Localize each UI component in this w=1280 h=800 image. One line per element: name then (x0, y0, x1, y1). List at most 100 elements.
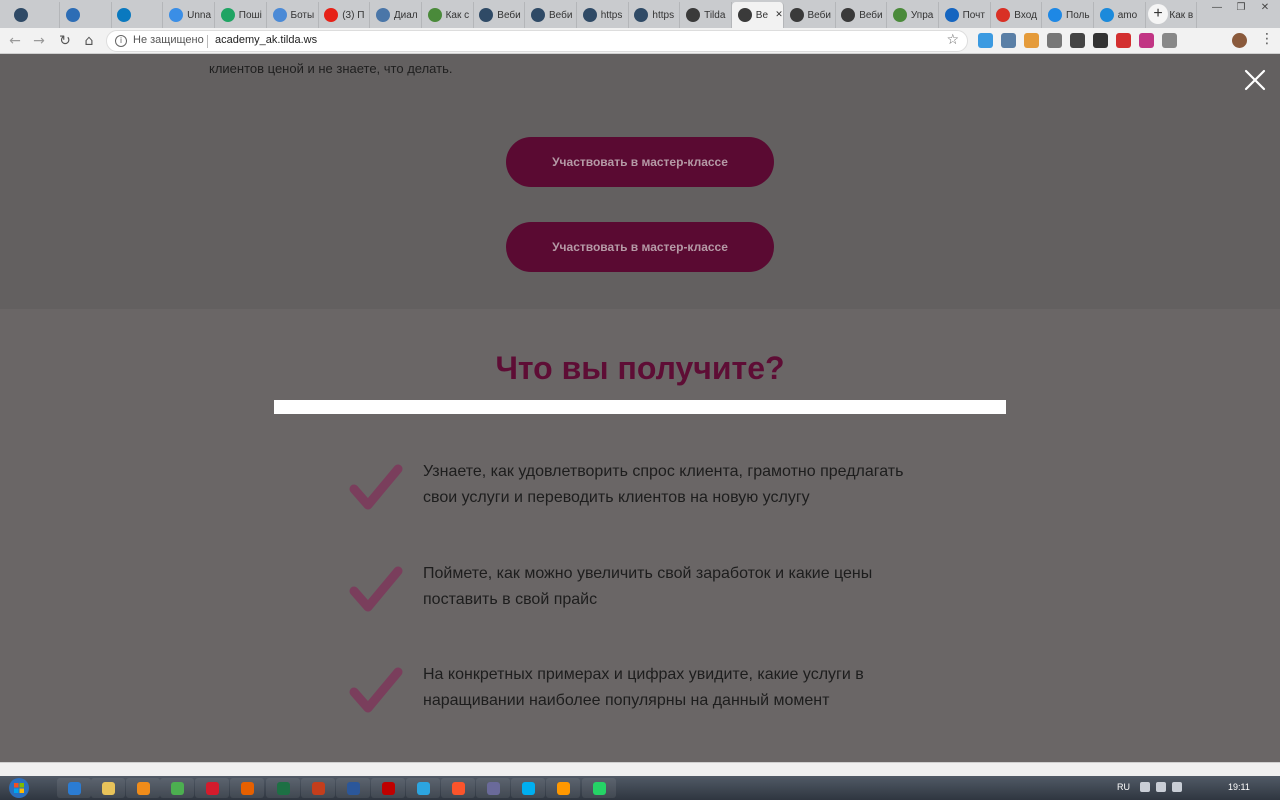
browser-tab[interactable]: Веби (784, 2, 836, 28)
browser-tab[interactable] (60, 2, 112, 28)
tab-title: Как в (1169, 9, 1194, 21)
info-icon[interactable]: i (115, 35, 127, 47)
taskbar-app[interactable] (582, 778, 616, 798)
extension-icon[interactable] (1001, 33, 1016, 48)
url-separator (207, 35, 208, 48)
browser-tab[interactable]: Вход (990, 2, 1043, 28)
browser-tab[interactable]: Почт (939, 2, 991, 28)
tab-title: Упра (910, 9, 934, 21)
taskbar: RU 19:11 (0, 776, 1280, 800)
taskbar-app[interactable] (301, 778, 335, 798)
browser-tab[interactable]: https (628, 2, 681, 28)
language-indicator[interactable]: RU (1117, 782, 1130, 792)
media-player-icon (136, 781, 150, 795)
clock[interactable]: 19:11 (1228, 782, 1250, 792)
tab-close-icon[interactable]: ✕ (775, 10, 783, 20)
volume-icon[interactable] (1156, 782, 1166, 792)
browser-tab[interactable]: Веби (835, 2, 888, 28)
taskbar-app[interactable] (91, 778, 125, 798)
tab-title: Веби (497, 9, 521, 21)
menu-icon[interactable]: ⋮ (1260, 31, 1274, 47)
tab-title: Почт (962, 9, 985, 21)
extension-icon[interactable] (978, 33, 993, 48)
tab-title: amo (1117, 9, 1138, 21)
leaf-icon (892, 8, 907, 22)
tab-title: (3) П (342, 9, 365, 21)
browser-tab[interactable]: Поші (215, 2, 267, 28)
home-button[interactable]: ⌂ (80, 32, 98, 50)
profile-avatar[interactable] (1232, 33, 1247, 48)
extension-icon[interactable] (1024, 33, 1039, 48)
extension-icon[interactable] (1162, 33, 1177, 48)
taskbar-app[interactable] (511, 778, 545, 798)
browser-tab[interactable]: Веби (525, 2, 577, 28)
forward-button[interactable]: → (30, 32, 48, 50)
url-text[interactable]: academy_ak.tilda.ws (215, 34, 317, 46)
taskbar-app[interactable] (266, 778, 300, 798)
extensions-area (978, 33, 1177, 48)
telegram-icon (416, 781, 430, 795)
browser-tab[interactable] (8, 2, 60, 28)
tab-title: Unna (187, 9, 211, 21)
taskbar-app[interactable] (406, 778, 440, 798)
explorer-icon (101, 781, 115, 795)
close-icon[interactable] (1241, 66, 1269, 94)
back-button[interactable]: ← (6, 32, 24, 50)
close-window-button[interactable]: ✕ (1254, 0, 1276, 16)
sublime-icon (556, 781, 570, 795)
taskbar-app[interactable] (57, 778, 91, 798)
browser-tab[interactable]: Упра (887, 2, 939, 28)
taskbar-app[interactable] (371, 778, 405, 798)
extension-icon[interactable] (1070, 33, 1085, 48)
network-icon[interactable] (1172, 782, 1182, 792)
tab-title: Tilda (704, 9, 726, 21)
extension-icon[interactable] (1139, 33, 1154, 48)
browser-tab[interactable]: Tilda (680, 2, 733, 28)
bookmark-star-icon[interactable]: ☆ (946, 32, 959, 48)
browser-tab[interactable]: https (577, 2, 629, 28)
browser-tab[interactable]: Боты (267, 2, 319, 28)
browser-tab[interactable]: Диал (370, 2, 422, 28)
browser-tab[interactable]: Веби (473, 2, 526, 28)
extension-icon[interactable] (1093, 33, 1108, 48)
browser-tab[interactable]: amo (1094, 2, 1146, 28)
browser-tab[interactable]: (3) П (318, 2, 371, 28)
cta-button[interactable]: Участвовать в мастер-классе (506, 137, 774, 187)
filezilla-icon (381, 781, 395, 795)
taskbar-app[interactable] (126, 778, 160, 798)
taskbar-app[interactable] (160, 778, 194, 798)
flag-icon[interactable] (1140, 782, 1150, 792)
skype-icon (521, 781, 535, 795)
globe-icon (272, 8, 287, 22)
benefit-text: На конкретных примерах и цифрах увидите,… (423, 662, 963, 714)
cta-button[interactable]: Участвовать в мастер-классе (506, 222, 774, 272)
gc-icon (531, 8, 545, 22)
browser-tab[interactable]: Как с (422, 2, 474, 28)
tab-title: Поші (238, 9, 262, 21)
address-bar[interactable]: i Не защищено academy_ak.tilda.ws ☆ (106, 30, 968, 52)
reload-button[interactable]: ↻ (56, 32, 74, 50)
taskbar-app[interactable] (476, 778, 510, 798)
taskbar-app[interactable] (336, 778, 370, 798)
benefit-text: Узнаете, как удовлетворить спрос клиента… (423, 459, 963, 511)
browser-tab[interactable]: Ве ✕ (731, 2, 784, 28)
puzzle-icon (1048, 8, 1062, 22)
browser-tab[interactable]: Поль (1042, 2, 1094, 28)
taskbar-app[interactable] (546, 778, 580, 798)
tab-title: https (652, 9, 675, 21)
maximize-button[interactable]: ❐ (1230, 0, 1252, 16)
extension-icon[interactable] (1116, 33, 1131, 48)
section-heading: Что вы получите? (495, 350, 785, 386)
taskbar-app[interactable] (230, 778, 264, 798)
taskbar-app[interactable] (195, 778, 229, 798)
windows-start-icon[interactable] (4, 776, 34, 800)
browser-tab[interactable] (111, 2, 164, 28)
taskbar-app[interactable] (441, 778, 475, 798)
minimize-button[interactable]: — (1206, 0, 1228, 16)
benefit-line: наращивании наиболее популярны на данный… (423, 692, 830, 709)
extension-icon[interactable] (1047, 33, 1062, 48)
tilda-icon (841, 8, 856, 22)
tab-title: Веби (859, 9, 883, 21)
new-tab-button[interactable]: + (1148, 4, 1168, 24)
browser-tab[interactable]: Unna (163, 2, 216, 28)
